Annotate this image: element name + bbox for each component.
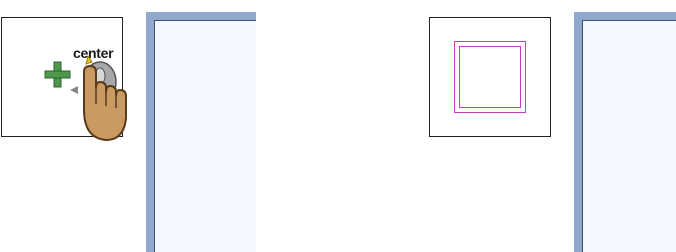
double-square-inner: [459, 46, 521, 108]
canvas-panel-left[interactable]: [146, 12, 256, 252]
preview-thumbnail-right: [429, 17, 551, 137]
plus-icon: [44, 61, 71, 88]
double-square-icon: [454, 41, 526, 113]
canvas-panel-right[interactable]: [574, 12, 676, 252]
hand-pointer-plus-icon: [44, 54, 127, 142]
